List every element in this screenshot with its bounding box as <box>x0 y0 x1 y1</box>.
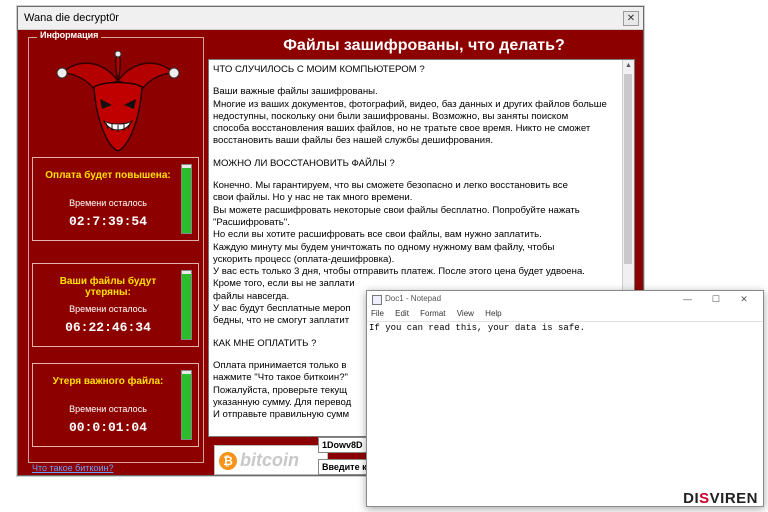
message-line: Но если вы хотите расшифровать все свои … <box>213 229 542 241</box>
message-line: восстановить ваши файлы без нашей службы… <box>213 135 494 147</box>
minimize-icon[interactable]: — <box>675 291 701 307</box>
scrollbar-thumb[interactable] <box>624 74 632 264</box>
timer-title: Ваши файлы будут утеряны: <box>59 276 157 298</box>
message-line: Вы можете расшифровать некоторые свои фа… <box>213 204 580 216</box>
bitcoin-address-field[interactable]: 1Dowv8D <box>318 437 371 453</box>
message-line: Ваши важные файлы зашифрованы. <box>213 86 378 98</box>
timer-countdown: 00:0:01:04 <box>68 420 147 435</box>
timer-progress-fill <box>182 168 191 233</box>
message-line: "Расшифровать". <box>213 216 290 228</box>
notepad-icon <box>372 295 382 305</box>
timer-payment-raise: Оплата будет повышена: Времени осталось … <box>32 157 199 241</box>
ransom-titlebar: Wana die decrypt0r ✕ <box>18 7 643 30</box>
message-line: свои файлы. Но у нас не так много времен… <box>213 192 413 204</box>
menu-file[interactable]: File <box>371 309 384 318</box>
menu-divider <box>367 321 763 322</box>
bitcoin-logo: ₿ bitcoin <box>214 445 328 475</box>
menu-format[interactable]: Format <box>420 309 445 318</box>
close-icon[interactable]: ✕ <box>731 291 757 307</box>
notepad-window: Doc1 - Notepad — ☐ ✕ File Edit Format Vi… <box>366 290 764 507</box>
message-line: МОЖНО ЛИ ВОССТАНОВИТЬ ФАЙЛЫ ? <box>213 157 395 169</box>
maximize-icon[interactable]: ☐ <box>703 291 729 307</box>
timer-label: Времени осталось <box>69 304 147 314</box>
menu-help[interactable]: Help <box>485 309 501 318</box>
watermark-logo: DISVIREN <box>683 490 758 507</box>
what-is-bitcoin-link[interactable]: Что такое биткоин? <box>32 463 113 473</box>
scroll-up-icon[interactable]: ▲ <box>623 60 634 71</box>
menu-edit[interactable]: Edit <box>395 309 409 318</box>
main-heading: Файлы зашифрованы, что делать? <box>283 37 565 54</box>
timer-progress-bar <box>181 370 192 440</box>
jester-logo <box>56 51 180 152</box>
message-spacer <box>213 148 617 158</box>
message-line: недоступны, поскольку они были зашифрова… <box>213 110 569 122</box>
notepad-text-area[interactable]: If you can read this, your data is safe. <box>369 323 585 333</box>
notepad-menubar: File Edit Format View Help <box>367 307 763 321</box>
bitcoin-logo-text: bitcoin <box>240 450 299 470</box>
notepad-titlebar: Doc1 - Notepad — ☐ ✕ <box>367 291 763 307</box>
timer-title: Утеря важного файла: <box>52 376 164 387</box>
message-line: Кроме того, если вы не заплати <box>213 278 355 290</box>
timer-countdown: 06:22:46:34 <box>65 320 151 335</box>
bitcoin-icon: ₿ <box>219 452 237 471</box>
timer-progress-bar <box>181 164 192 234</box>
menu-view[interactable]: View <box>457 309 474 318</box>
message-spacer <box>213 76 617 86</box>
timer-files-lost: Ваши файлы будут утеряны: Времени остало… <box>32 263 199 347</box>
timer-title: Оплата будет повышена: <box>45 170 171 181</box>
message-line: Многие из ваших документов, фотографий, … <box>213 98 607 110</box>
ransom-window-title: Wana die decrypt0r <box>24 12 119 24</box>
timer-label: Времени осталось <box>69 198 147 208</box>
message-line: способа восстановления ваших файлов, но … <box>213 123 591 135</box>
info-legend: Информация <box>37 30 102 40</box>
window-controls: — ☐ ✕ <box>675 291 757 307</box>
enter-key-button[interactable]: Введите к <box>318 459 371 475</box>
message-line: Конечно. Мы гарантируем, что вы сможете … <box>213 180 568 192</box>
close-icon[interactable]: ✕ <box>623 11 639 26</box>
timer-progress-fill <box>182 274 191 339</box>
message-line: ускорить процесс (оплата-дешифровка). <box>213 253 395 265</box>
message-line: ЧТО СЛУЧИЛОСЬ С МОИМ КОМПЬЮТЕРОМ ? <box>213 64 425 75</box>
timer-important-file: Утеря важного файла: Времени осталось 00… <box>32 363 199 447</box>
message-line: Каждую минуту мы будем уничтожать по одн… <box>213 241 555 253</box>
timer-progress-bar <box>181 270 192 340</box>
notepad-title: Doc1 - Notepad <box>385 294 442 303</box>
timer-label: Времени осталось <box>69 404 147 414</box>
message-spacer <box>213 170 617 180</box>
message-line: У вас есть только 3 дня, чтобы отправить… <box>213 266 585 278</box>
timer-countdown: 02:7:39:54 <box>68 214 147 229</box>
timer-progress-fill <box>182 374 191 439</box>
